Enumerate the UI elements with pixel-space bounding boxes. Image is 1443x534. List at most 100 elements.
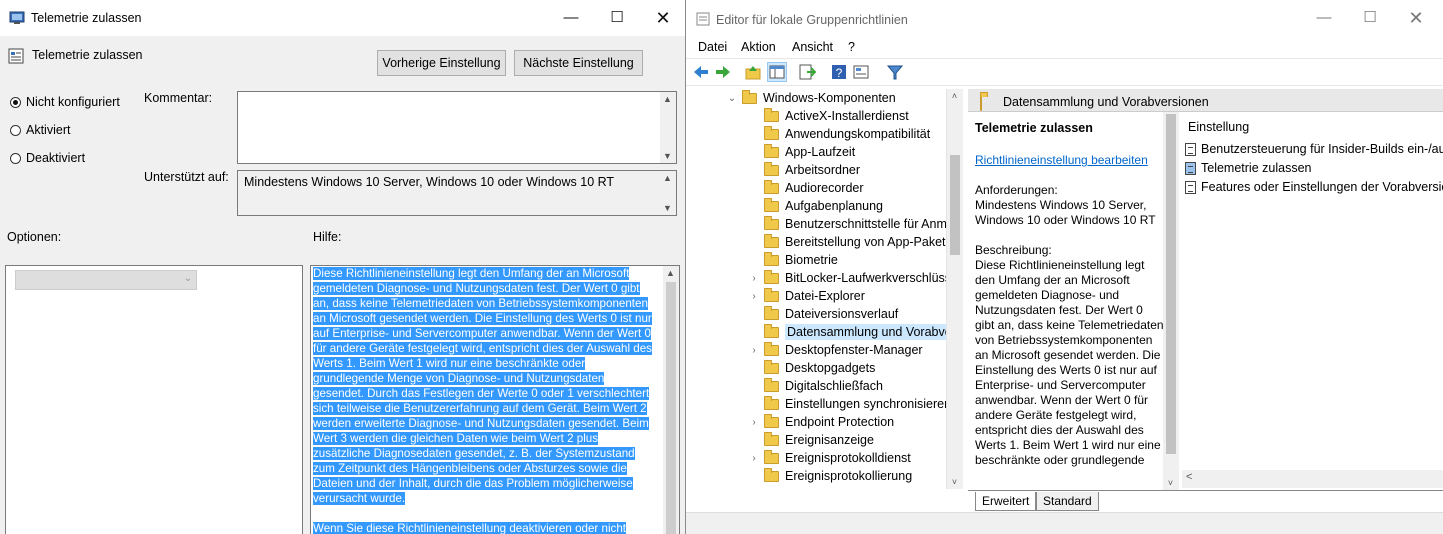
settings-hscrollbar[interactable]: ˂ bbox=[1182, 470, 1443, 488]
help-scrollbar[interactable]: ▲ bbox=[663, 266, 679, 534]
show-hide-tree-icon[interactable] bbox=[767, 62, 787, 82]
radio-disabled[interactable]: Deaktiviert bbox=[10, 148, 85, 168]
tree-scrollbar[interactable]: ˄ ˅ bbox=[946, 89, 963, 489]
menu-ansicht[interactable]: Ansicht bbox=[792, 40, 833, 54]
help-scroll-thumb[interactable] bbox=[666, 282, 676, 534]
tree-item[interactable]: Ereignisprotokollierung bbox=[748, 467, 912, 485]
tree-item[interactable]: Ereignisanzeige bbox=[748, 431, 874, 449]
radio-not-configured[interactable]: Nicht konfiguriert bbox=[10, 92, 120, 112]
setting-list-item[interactable]: Benutzersteuerung für Insider-Builds ein… bbox=[1185, 140, 1443, 158]
tree-item[interactable]: App-Laufzeit bbox=[748, 143, 855, 161]
tree-item[interactable]: Arbeitsordner bbox=[748, 161, 860, 179]
forward-arrow-icon[interactable] bbox=[714, 63, 732, 81]
tree-item[interactable]: Aufgabenplanung bbox=[748, 197, 883, 215]
close-button[interactable]: ✕ bbox=[1393, 0, 1439, 36]
tree-item-label: ActiveX-Installerdienst bbox=[785, 109, 909, 123]
chevron-right-icon[interactable]: › bbox=[748, 453, 760, 464]
chevron-right-icon[interactable]: › bbox=[748, 273, 760, 284]
tree-item[interactable]: Audiorecorder bbox=[748, 179, 864, 197]
scroll-down-icon[interactable]: ▼ bbox=[660, 201, 675, 215]
description-scroll-thumb[interactable] bbox=[1166, 114, 1176, 454]
scroll-up-icon[interactable]: ▲ bbox=[660, 92, 675, 106]
maximize-button[interactable]: ☐ bbox=[1347, 0, 1393, 36]
close-button[interactable]: ✕ bbox=[640, 0, 685, 36]
tree-item[interactable]: ⌄ Windows-Komponenten bbox=[726, 89, 896, 107]
tree-item[interactable]: › Desktopfenster-Manager bbox=[748, 341, 923, 359]
tree-item[interactable]: Dateiversionsverlauf bbox=[748, 305, 898, 323]
requirements-label: Anforderungen: bbox=[975, 183, 1058, 197]
policy-setting-icon bbox=[1185, 180, 1196, 194]
tree-item-label: Audiorecorder bbox=[785, 181, 864, 195]
comment-label: Kommentar: bbox=[144, 91, 213, 105]
chevron-right-icon[interactable]: › bbox=[748, 345, 760, 356]
back-arrow-icon[interactable] bbox=[692, 63, 710, 81]
scroll-left-icon[interactable]: ˂ bbox=[1186, 471, 1192, 483]
export-list-icon[interactable] bbox=[798, 63, 816, 81]
tree-item[interactable]: › Datei-Explorer bbox=[748, 287, 865, 305]
tree-item[interactable]: ActiveX-Installerdienst bbox=[748, 107, 909, 125]
column-header-setting[interactable]: Einstellung bbox=[1188, 120, 1249, 134]
radio-enabled[interactable]: Aktiviert bbox=[10, 120, 70, 140]
description-value: Diese Richtlinieneinstellung legt den Um… bbox=[975, 258, 1164, 467]
tree-item[interactable]: Benutzerschnittstelle für Anm bbox=[748, 215, 947, 233]
tree-item[interactable]: Datensammlung und Vorabve bbox=[748, 323, 954, 341]
tab-extended[interactable]: Erweitert bbox=[975, 492, 1037, 511]
tree-item-label: Einstellungen synchronisieren bbox=[785, 397, 952, 411]
chevron-right-icon[interactable]: › bbox=[748, 417, 760, 428]
scroll-down-icon[interactable]: ˅ bbox=[1163, 476, 1178, 490]
folder-icon bbox=[742, 89, 757, 104]
folder-icon bbox=[764, 341, 779, 356]
previous-setting-button[interactable]: Vorherige Einstellung bbox=[377, 50, 506, 76]
next-setting-button[interactable]: Nächste Einstellung bbox=[514, 50, 643, 76]
minimize-button[interactable]: — bbox=[548, 0, 594, 36]
editor-titlebar[interactable]: Editor für lokale Gruppenrichtlinien — ☐… bbox=[686, 0, 1443, 36]
up-folder-icon[interactable] bbox=[744, 63, 762, 81]
minimize-button[interactable]: — bbox=[1301, 0, 1347, 36]
tree-item[interactable]: › Endpoint Protection bbox=[748, 413, 894, 431]
supported-scrollbar[interactable]: ▲ ▼ bbox=[660, 171, 676, 215]
setting-list-item[interactable]: Telemetrie zulassen bbox=[1185, 159, 1311, 177]
filter-icon[interactable] bbox=[886, 63, 904, 81]
menu-help[interactable]: ? bbox=[848, 40, 855, 54]
dialog-titlebar[interactable]: Telemetrie zulassen — ☐ ✕ bbox=[0, 0, 685, 36]
scroll-up-icon[interactable]: ▲ bbox=[663, 266, 678, 280]
tree-item[interactable]: Einstellungen synchronisieren bbox=[748, 395, 951, 413]
maximize-button[interactable]: ☐ bbox=[594, 0, 640, 36]
tab-standard[interactable]: Standard bbox=[1036, 492, 1099, 511]
options-dropdown[interactable]: ⌄ bbox=[15, 270, 197, 290]
policy-app-icon bbox=[9, 11, 25, 24]
policy-setting-icon bbox=[1185, 142, 1196, 156]
setting-label: Features oder Einstellungen der Vorabver… bbox=[1201, 180, 1443, 194]
tree-item[interactable]: › Ereignisprotokolldienst bbox=[748, 449, 911, 467]
menu-datei[interactable]: Datei bbox=[698, 40, 727, 54]
edit-policy-link[interactable]: Richtlinieneinstellung bearbeiten bbox=[975, 153, 1148, 167]
properties-icon[interactable] bbox=[852, 63, 870, 81]
tree-item[interactable]: Anwendungskompatibilität bbox=[748, 125, 930, 143]
folder-icon bbox=[764, 323, 779, 338]
chevron-right-icon[interactable]: › bbox=[748, 291, 760, 302]
scroll-down-icon[interactable]: ˅ bbox=[947, 475, 962, 489]
comment-scrollbar[interactable]: ▲ ▼ bbox=[660, 92, 676, 163]
tree-scroll-thumb[interactable] bbox=[950, 155, 960, 255]
scroll-up-icon[interactable]: ˄ bbox=[947, 89, 962, 103]
tree-item[interactable]: Biometrie bbox=[748, 251, 838, 269]
radio-indicator[interactable] bbox=[10, 152, 21, 164]
tree-item-label: Benutzerschnittstelle für Anm bbox=[785, 217, 947, 231]
help-paragraph: Wenn Sie diese Richtlinieneinstellung de… bbox=[313, 522, 627, 534]
tree-item[interactable]: Digitalschließfach bbox=[748, 377, 883, 395]
scroll-up-icon[interactable]: ▲ bbox=[660, 171, 675, 185]
radio-label: Nicht konfiguriert bbox=[26, 95, 120, 109]
scroll-down-icon[interactable]: ▼ bbox=[660, 149, 675, 163]
radio-indicator[interactable] bbox=[10, 124, 21, 136]
tree-item[interactable]: Desktopgadgets bbox=[748, 359, 875, 377]
menu-aktion[interactable]: Aktion bbox=[741, 40, 776, 54]
comment-textarea[interactable]: ▲ ▼ bbox=[237, 91, 677, 164]
setting-list-item[interactable]: Features oder Einstellungen der Vorabver… bbox=[1185, 178, 1443, 196]
help-icon[interactable]: ? bbox=[830, 63, 848, 81]
description-scrollbar[interactable]: ˅ bbox=[1163, 112, 1179, 490]
tree-item[interactable]: Bereitstellung von App-Paketen bbox=[748, 233, 959, 251]
folder-icon bbox=[764, 143, 779, 158]
tree-item[interactable]: › BitLocker-Laufwerkverschlüss bbox=[748, 269, 951, 287]
radio-indicator-selected[interactable] bbox=[10, 96, 21, 108]
chevron-down-icon[interactable]: ⌄ bbox=[726, 93, 738, 104]
